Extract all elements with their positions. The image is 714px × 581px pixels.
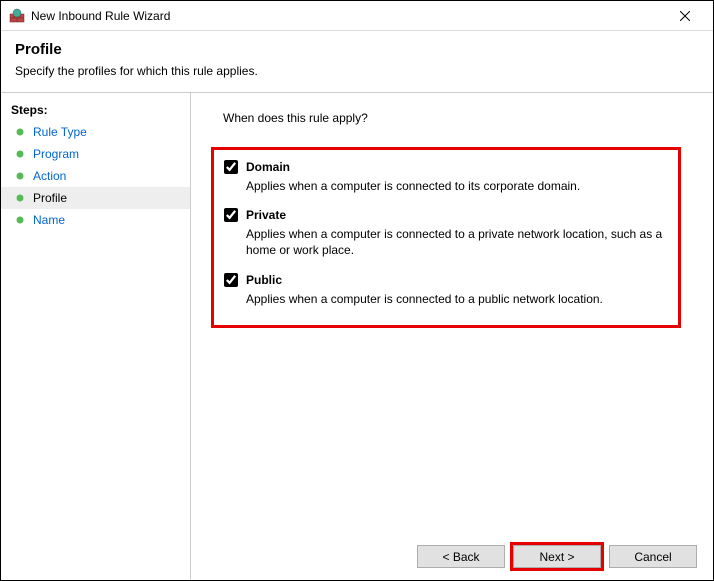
wizard-body: Steps: Rule Type Program Action (1, 93, 713, 580)
checkbox-domain[interactable] (224, 160, 238, 174)
wizard-header: Profile Specify the profiles for which t… (1, 31, 713, 93)
wizard-window: New Inbound Rule Wizard Profile Specify … (0, 0, 714, 581)
cancel-button[interactable]: Cancel (609, 545, 697, 568)
checkbox-public[interactable] (224, 273, 238, 287)
step-profile[interactable]: Profile (1, 187, 190, 209)
step-program[interactable]: Program (1, 143, 190, 165)
step-label: Program (33, 147, 79, 161)
option-label: Public (246, 273, 282, 287)
option-label: Private (246, 208, 286, 222)
option-public: Public Applies when a computer is connec… (224, 273, 664, 307)
back-button[interactable]: < Back (417, 545, 505, 568)
step-name[interactable]: Name (1, 209, 190, 231)
option-label: Domain (246, 160, 290, 174)
window-title: New Inbound Rule Wizard (31, 9, 665, 23)
page-subtitle: Specify the profiles for which this rule… (15, 64, 699, 78)
option-desc: Applies when a computer is connected to … (246, 178, 664, 194)
bullet-icon (15, 215, 25, 225)
steps-sidebar: Steps: Rule Type Program Action (1, 93, 191, 580)
bullet-icon (15, 149, 25, 159)
bullet-icon (15, 127, 25, 137)
firewall-icon (9, 8, 25, 24)
next-button[interactable]: Next > (513, 545, 601, 568)
step-action[interactable]: Action (1, 165, 190, 187)
content-pane: When does this rule apply? Domain Applie… (191, 93, 713, 580)
step-label: Rule Type (33, 125, 87, 139)
button-row: < Back Next > Cancel (417, 545, 697, 568)
option-domain: Domain Applies when a computer is connec… (224, 160, 664, 194)
content-prompt: When does this rule apply? (223, 111, 693, 125)
titlebar: New Inbound Rule Wizard (1, 1, 713, 31)
option-desc: Applies when a computer is connected to … (246, 226, 664, 258)
step-label: Name (33, 213, 65, 227)
option-desc: Applies when a computer is connected to … (246, 291, 664, 307)
highlight-box: Domain Applies when a computer is connec… (211, 147, 681, 328)
close-button[interactable] (665, 2, 705, 30)
step-label: Profile (33, 191, 67, 205)
option-private: Private Applies when a computer is conne… (224, 208, 664, 258)
steps-label: Steps: (1, 99, 190, 121)
step-rule-type[interactable]: Rule Type (1, 121, 190, 143)
checkbox-private[interactable] (224, 208, 238, 222)
bullet-icon (15, 171, 25, 181)
step-label: Action (33, 169, 66, 183)
bullet-icon (15, 193, 25, 203)
page-title: Profile (15, 41, 699, 58)
